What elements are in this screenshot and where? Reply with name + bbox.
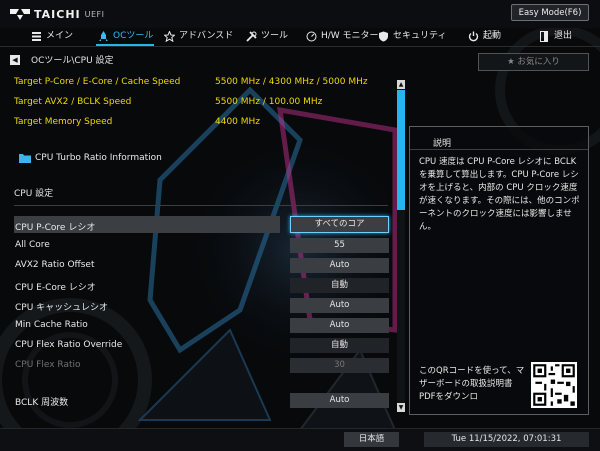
all-core-value[interactable]: 55 <box>290 238 389 253</box>
description-text: CPU 速度は CPU P-Core レシオに BCLK を乗算して算出します。… <box>419 157 580 232</box>
main-nav: メイン OCツール アドバンスド ツール H/W モニター セキュリティ 起動 … <box>0 28 600 45</box>
section-title: CPU 設定 <box>14 189 54 199</box>
info-value: 5500 MHz / 100.00 MHz <box>215 97 323 107</box>
setting-label-avx2-offset[interactable]: AVX2 Ratio Offset <box>15 260 95 270</box>
qr-caption: このQRコードを使って、マザーボードの取扱説明書PDFをダウンロ <box>419 366 525 402</box>
star-fav-icon: ★ <box>507 57 518 67</box>
tab-oc-tools[interactable]: OCツール <box>98 28 153 45</box>
min-cache-ratio-value[interactable]: Auto <box>290 318 389 333</box>
setting-label-flex-ratio: CPU Flex Ratio <box>15 360 81 370</box>
description-divider <box>410 149 588 150</box>
tab-tools-label: ツール <box>261 31 289 41</box>
cache-ratio-value[interactable]: Auto <box>290 298 389 313</box>
p-core-ratio-select[interactable]: すべてのコア <box>290 216 389 233</box>
info-row: Target P-Core / E-Core / Cache Speed 550… <box>14 77 368 87</box>
cpu-turbo-ratio-info-link[interactable]: CPU Turbo Ratio Information <box>19 153 162 163</box>
shield-icon <box>379 31 388 42</box>
tab-main[interactable]: メイン <box>31 28 73 45</box>
easy-mode-button[interactable]: Easy Mode(F6) <box>511 4 589 21</box>
tab-security-label: セキュリティ <box>393 31 447 41</box>
info-value: 4400 MHz <box>215 117 261 127</box>
menu-icon <box>32 32 41 41</box>
tab-advanced[interactable]: アドバンスド <box>164 28 233 45</box>
section-divider <box>14 205 388 206</box>
setting-label-all-core[interactable]: All Core <box>15 240 50 250</box>
info-row: Target Memory Speed 4400 MHz <box>14 117 260 127</box>
tab-hw-monitor[interactable]: H/W モニター <box>306 28 379 45</box>
setting-label-cache-ratio[interactable]: CPU キャッシュレシオ <box>15 300 108 313</box>
favorites-button[interactable]: ★ お気に入り <box>478 53 589 71</box>
avx2-offset-value[interactable]: Auto <box>290 258 389 273</box>
brand-sub: UEFI <box>84 9 105 19</box>
power-icon <box>468 31 479 42</box>
tab-exit-label: 退出 <box>554 31 573 41</box>
favorites-label: お気に入り <box>517 57 560 67</box>
flex-override-select[interactable]: 自動 <box>290 338 389 353</box>
exit-icon <box>540 31 548 42</box>
language-button[interactable]: 日本語 <box>344 432 399 447</box>
tab-security[interactable]: セキュリティ <box>378 28 446 45</box>
info-value: 5500 MHz / 4300 MHz / 5000 MHz <box>215 77 368 87</box>
breadcrumb: ◀ OCツール\CPU 設定 <box>10 53 114 66</box>
tab-tools[interactable]: ツール <box>246 28 288 45</box>
info-label: Target AVX2 / BCLK Speed <box>14 97 132 107</box>
nav-divider <box>0 46 600 47</box>
taichi-logo-icon <box>10 8 30 20</box>
tab-hw-monitor-label: H/W モニター <box>321 31 379 41</box>
star-icon <box>164 31 175 42</box>
tools-icon <box>246 31 257 42</box>
bclk-value[interactable]: Auto <box>290 393 389 408</box>
qr-code-icon <box>531 362 577 408</box>
tab-advanced-label: アドバンスド <box>179 31 234 41</box>
tab-boot-label: 起動 <box>483 31 502 41</box>
info-label: Target Memory Speed <box>14 117 113 127</box>
setting-label-bclk[interactable]: BCLK 周波数 <box>15 395 68 408</box>
tab-oc-tools-label: OCツール <box>113 31 154 41</box>
info-row: Target AVX2 / BCLK Speed 5500 MHz / 100.… <box>14 97 322 107</box>
tab-main-label: メイン <box>46 31 74 41</box>
brand-name: TAICHI <box>34 7 81 21</box>
taichi-logo: TAICHI UEFI <box>10 7 105 21</box>
description-title: 説明 <box>433 139 452 149</box>
setting-label-p-core-ratio[interactable]: CPU P-Core レシオ <box>15 220 95 233</box>
rocket-icon <box>99 31 108 41</box>
monitor-icon <box>306 31 317 42</box>
flex-ratio-value: 30 <box>290 358 389 373</box>
setting-label-e-core-ratio[interactable]: CPU E-Core レシオ <box>15 280 96 293</box>
folder-icon <box>19 154 31 163</box>
datetime-display[interactable]: Tue 11/15/2022, 07:01:31 <box>424 432 589 447</box>
tab-exit[interactable]: 退出 <box>539 28 572 45</box>
breadcrumb-text: OCツール\CPU 設定 <box>31 56 114 66</box>
e-core-ratio-select[interactable]: 自動 <box>290 278 389 293</box>
scroll-up-icon[interactable]: ▲ <box>397 80 405 89</box>
description-panel: 説明 CPU 速度は CPU P-Core レシオに BCLK を乗算して算出し… <box>409 126 589 415</box>
back-arrow-icon[interactable]: ◀ <box>10 54 20 65</box>
status-bar: 日本語 Tue 11/15/2022, 07:01:31 <box>0 428 600 451</box>
submenu-label: CPU Turbo Ratio Information <box>35 153 162 163</box>
setting-label-min-cache-ratio[interactable]: Min Cache Ratio <box>15 320 88 330</box>
top-bar: TAICHI UEFI Easy Mode(F6) <box>0 0 600 28</box>
setting-label-flex-override[interactable]: CPU Flex Ratio Override <box>15 340 122 350</box>
info-label: Target P-Core / E-Core / Cache Speed <box>14 77 181 87</box>
scroll-down-icon[interactable]: ▼ <box>397 403 405 412</box>
scrollbar-thumb[interactable] <box>397 90 405 210</box>
tab-boot[interactable]: 起動 <box>468 28 501 45</box>
